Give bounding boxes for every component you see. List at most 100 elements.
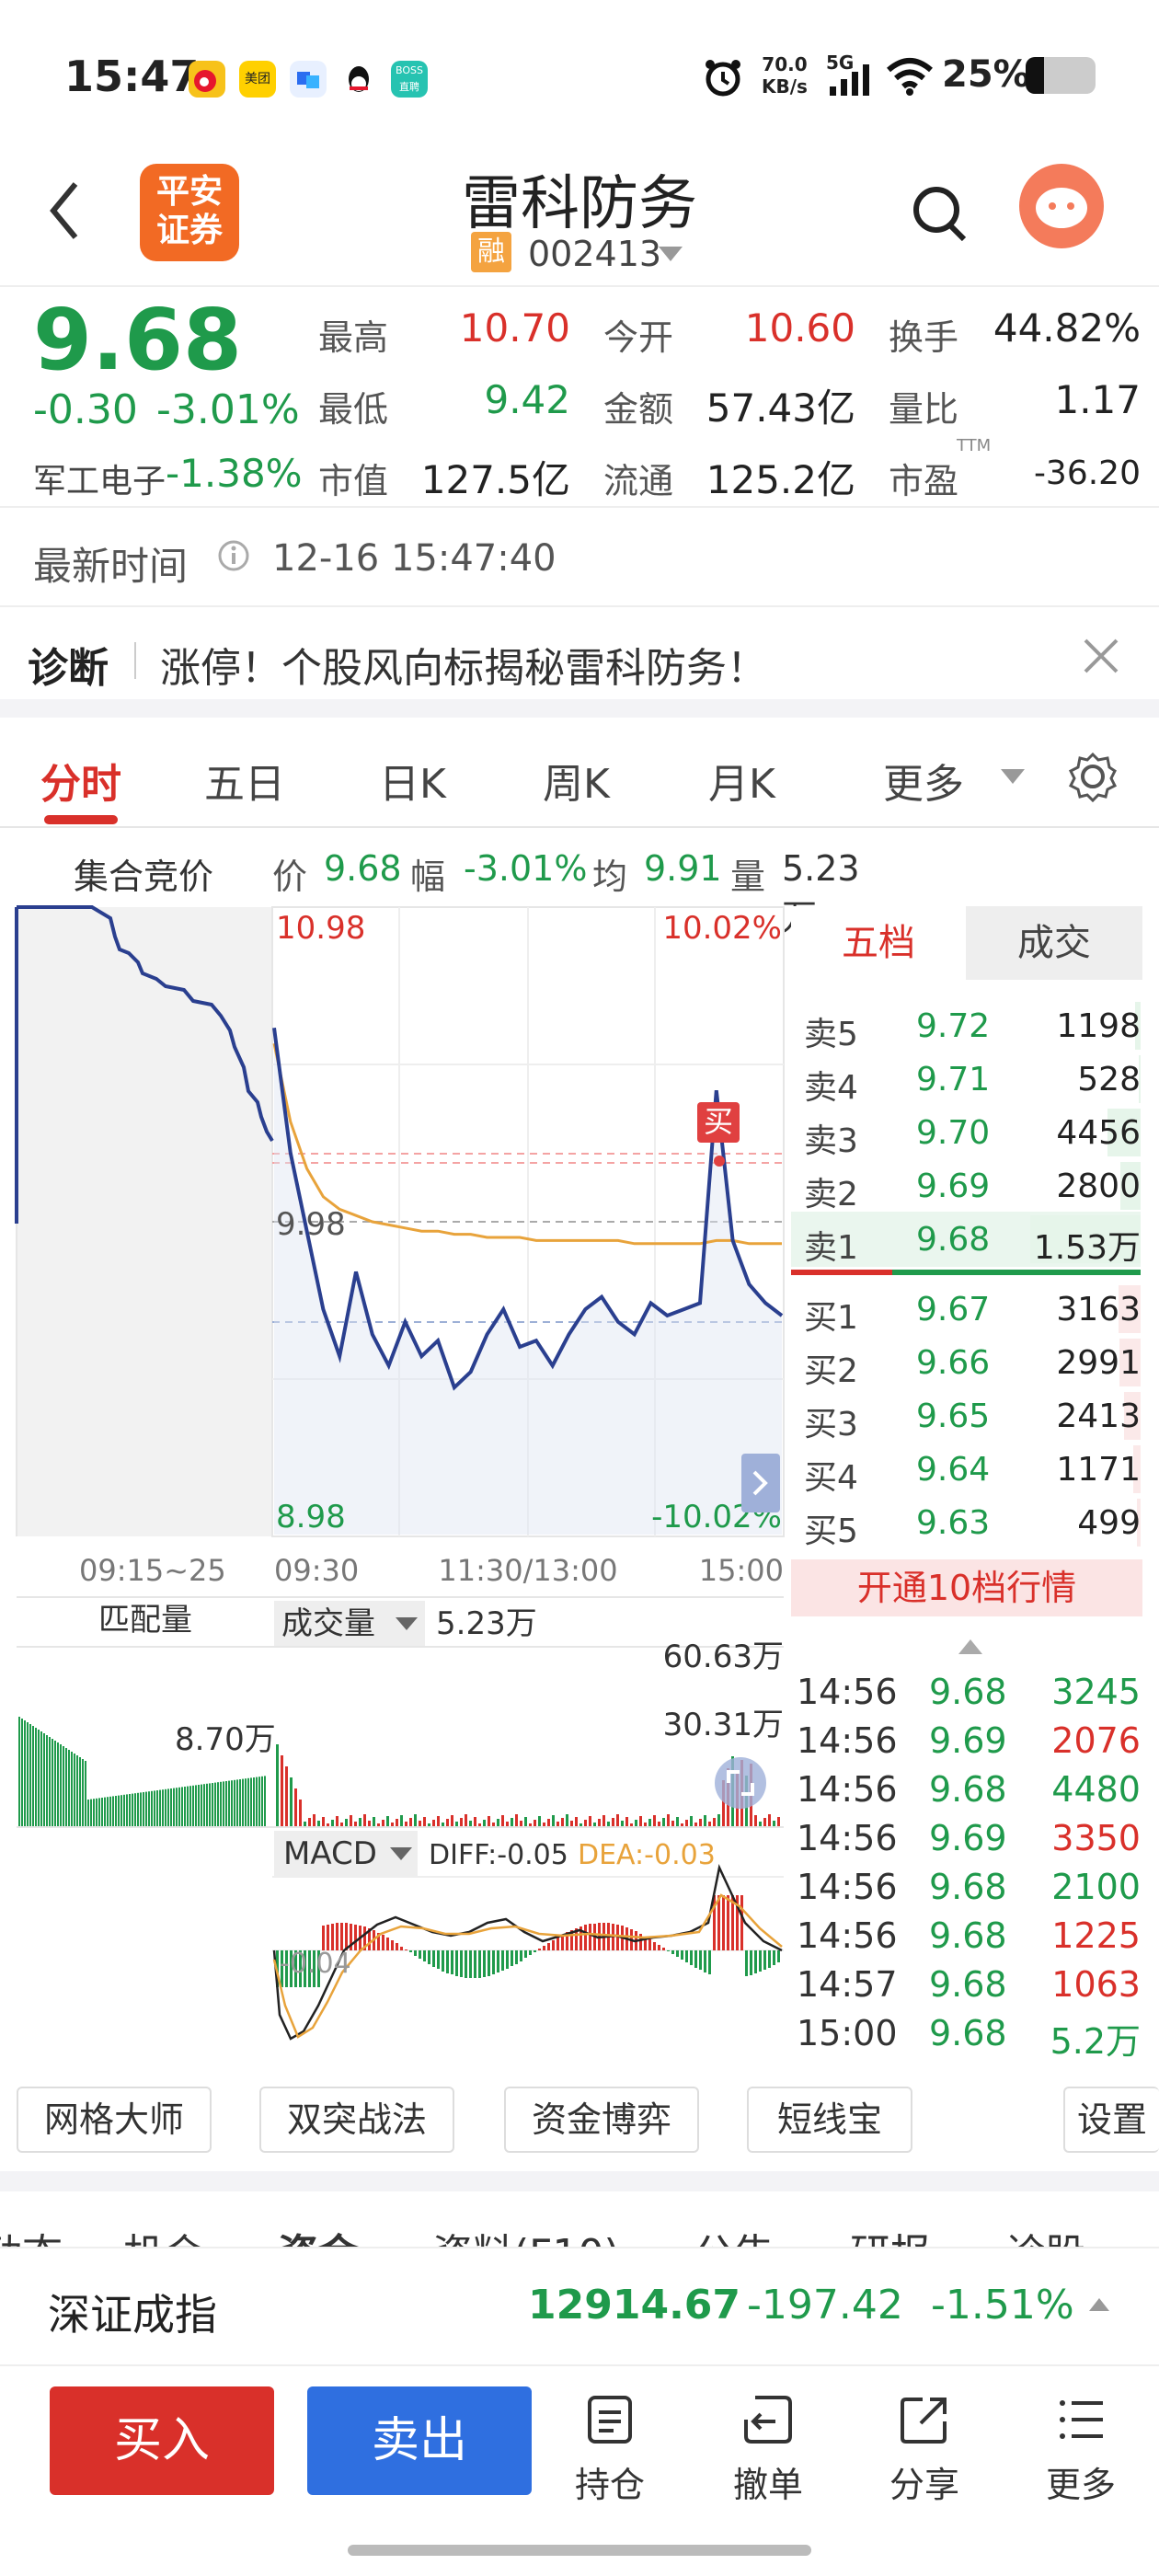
- info-icon[interactable]: [217, 539, 250, 576]
- bid-level-row[interactable]: 买3 9.65 2413: [791, 1388, 1141, 1443]
- volume-bar: [763, 1818, 766, 1827]
- settings-gear-icon[interactable]: [1067, 751, 1119, 806]
- volume-bar: [331, 1820, 334, 1827]
- chevron-down-icon[interactable]: [657, 245, 684, 267]
- tab-daily-k[interactable]: 日K: [379, 751, 446, 810]
- tab-weekly-k[interactable]: 周K: [543, 751, 610, 810]
- more-button[interactable]: 更多: [1030, 2394, 1131, 2507]
- intraday-chart[interactable]: 买 10.98 10.02% 9.98 8.98 -10.02% 09:15~2…: [0, 902, 791, 2079]
- ask-level-label: 卖3: [804, 1122, 858, 1160]
- tab-monthly-k[interactable]: 月K: [708, 751, 775, 810]
- ask-level-row[interactable]: 卖1 9.68 1.53万: [791, 1212, 1141, 1267]
- expand-panel-button[interactable]: [741, 1454, 780, 1512]
- volume-bar: [419, 1821, 421, 1827]
- bid-level-row[interactable]: 买1 9.67 3163: [791, 1282, 1141, 1337]
- bid-level-row[interactable]: 买4 9.64 1171: [791, 1442, 1141, 1497]
- search-icon[interactable]: [911, 184, 968, 248]
- battery-percent: 25%: [942, 53, 1030, 96]
- diagnosis-bar[interactable]: 诊断 涨停！个股风向标揭秘雷科防务！: [0, 607, 1159, 708]
- bid-level-row[interactable]: 买2 9.66 2991: [791, 1335, 1141, 1390]
- dual-breakout-button[interactable]: 双突战法: [259, 2087, 454, 2153]
- level10-button[interactable]: 开通10档行情: [791, 1559, 1142, 1616]
- assistant-avatar-icon[interactable]: [1019, 164, 1104, 248]
- tab-announcements[interactable]: 公告: [694, 2221, 775, 2247]
- triangle-up-icon[interactable]: [957, 1638, 984, 1660]
- tick-time: 14:56: [797, 1672, 898, 1712]
- match-volume-bar: [187, 1786, 189, 1827]
- buy-point: [714, 1156, 725, 1167]
- tab-five-day[interactable]: 五日: [204, 751, 285, 810]
- macd-bar: [722, 1895, 725, 1950]
- fullscreen-button[interactable]: [715, 1757, 766, 1809]
- weibo-icon: [189, 61, 225, 98]
- tab-more[interactable]: 更多: [883, 751, 964, 810]
- triangle-up-icon[interactable]: [1087, 2296, 1111, 2317]
- close-icon[interactable]: [1080, 635, 1122, 681]
- bid-level-row[interactable]: 买5 9.63 499: [791, 1495, 1141, 1550]
- status-bar: 15:47 美团 BOSS直聘 70.0 KB/s 5G 25%: [0, 0, 1159, 147]
- tab-f10[interactable]: 资料(F10): [432, 2221, 620, 2247]
- ask-level-row[interactable]: 卖5 9.72 1198: [791, 998, 1141, 1053]
- cancel-order-button[interactable]: 撤单: [717, 2394, 819, 2507]
- sell-button[interactable]: 卖出: [307, 2386, 532, 2495]
- tab-trades[interactable]: 成交: [966, 906, 1142, 980]
- tick-volume: 2076: [1051, 1720, 1141, 1761]
- tab-intraday[interactable]: 分时: [40, 751, 121, 810]
- buy-button[interactable]: 买入: [50, 2386, 274, 2495]
- tick-volume: 1063: [1051, 1964, 1141, 2005]
- index-change: -197.42: [747, 2282, 903, 2329]
- chevron-down-icon[interactable]: [999, 767, 1027, 789]
- tab-news[interactable]: 动态: [0, 2221, 63, 2247]
- tab-research[interactable]: 研报: [850, 2221, 931, 2247]
- amount-value: 57.43亿: [706, 385, 855, 431]
- match-volume-bar: [228, 1780, 230, 1827]
- volume-bar: [294, 1788, 297, 1827]
- match-volume-bar: [170, 1788, 172, 1827]
- volume-bar: [497, 1819, 499, 1827]
- macd-bar: [671, 1950, 674, 1954]
- volume-bar: [602, 1815, 605, 1827]
- volume-ratio-label: 量比: [889, 389, 959, 430]
- match-volume-bar: [159, 1789, 161, 1827]
- volume-bar: [671, 1821, 674, 1827]
- volume-bar: [501, 1815, 504, 1827]
- match-volume-bar: [184, 1787, 186, 1827]
- index-ticker[interactable]: 深证成指 12914.67 -197.42 -1.51%: [0, 2247, 1159, 2366]
- ask-level-row[interactable]: 卖4 9.71 528: [791, 1052, 1141, 1107]
- volume-bar: [621, 1821, 624, 1827]
- high-label: 最高: [318, 317, 389, 358]
- share-button[interactable]: 分享: [874, 2394, 975, 2507]
- tab-diagnose[interactable]: 诊股: [1004, 2221, 1085, 2247]
- ask-level-row[interactable]: 卖3 9.70 4456: [791, 1105, 1141, 1160]
- macd-bar: [474, 1950, 476, 1978]
- match-volume-bar: [206, 1783, 208, 1827]
- macd-bar: [409, 1950, 412, 1952]
- ask-level-row[interactable]: 卖2 9.69 2800: [791, 1158, 1141, 1213]
- price-axis-high: 10.98: [276, 910, 365, 947]
- macd-bar: [557, 1938, 559, 1950]
- settings-button[interactable]: 设置: [1063, 2087, 1159, 2153]
- holdings-button[interactable]: 持仓: [559, 2394, 660, 2507]
- fund-game-button[interactable]: 资金博弈: [504, 2087, 699, 2153]
- tab-five-levels[interactable]: 五档: [791, 906, 966, 980]
- match-volume-bar: [173, 1788, 175, 1827]
- volume-bar: [386, 1816, 389, 1827]
- macd-bar: [386, 1938, 389, 1950]
- match-volume-bar: [165, 1788, 166, 1827]
- volume-bar: [570, 1821, 573, 1827]
- tab-funds[interactable]: 资金: [278, 2221, 359, 2247]
- price-axis-low: 8.98: [276, 1499, 346, 1535]
- pe-label: 市盈: [889, 461, 959, 501]
- back-icon[interactable]: [46, 178, 83, 247]
- bid-level-volume: 2413: [1056, 1397, 1141, 1435]
- short-term-button[interactable]: 短线宝: [747, 2087, 912, 2153]
- grid-master-button[interactable]: 网格大师: [17, 2087, 212, 2153]
- tick-price: 9.68: [929, 1915, 1007, 1956]
- tab-opportunity[interactable]: 机会: [123, 2221, 204, 2247]
- tool-bar: 网格大师 双突战法 资金博弈 短线宝 设置: [0, 2079, 1159, 2180]
- macd-bar: [547, 1943, 550, 1950]
- volume-bar: [625, 1817, 628, 1827]
- sector-name: 军工电子: [33, 463, 166, 500]
- spread-divider: [791, 1270, 1141, 1275]
- broker-logo: 平安证券: [140, 164, 239, 261]
